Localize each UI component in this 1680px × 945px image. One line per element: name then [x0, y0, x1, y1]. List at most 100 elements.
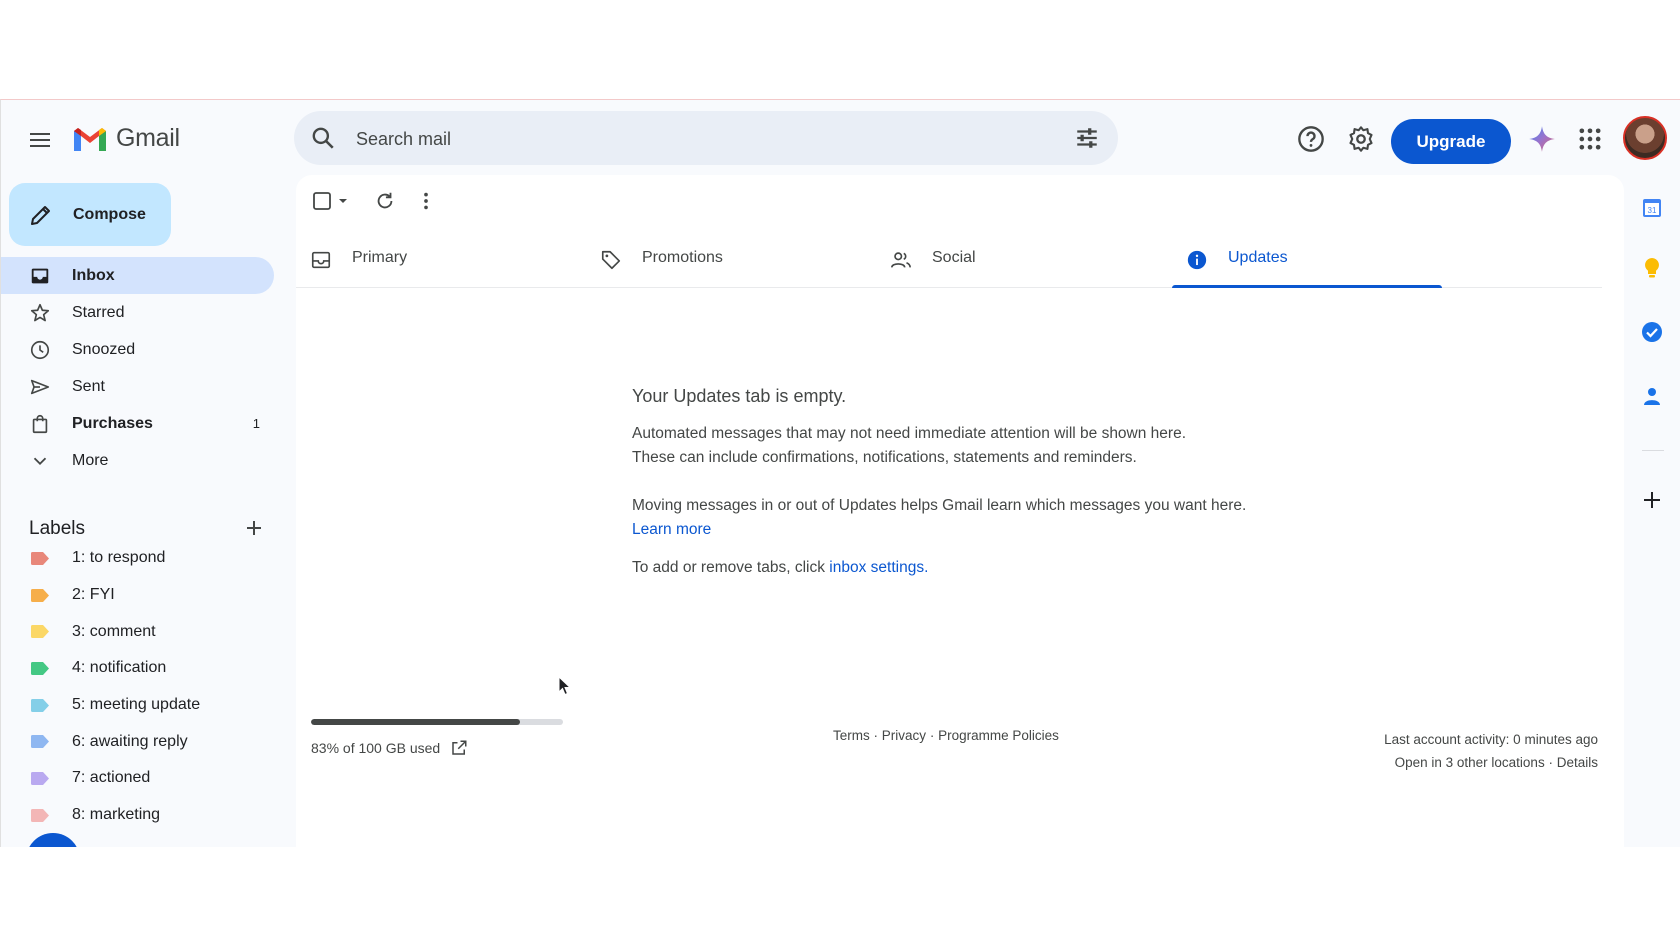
empty-state-line: Automated messages that may not need imm…: [632, 425, 1187, 442]
sidebar-item-count: 1: [252, 416, 260, 431]
add-label-icon[interactable]: [242, 516, 266, 540]
send-icon: [30, 379, 50, 395]
clock-icon: [30, 340, 50, 360]
main-menu-button[interactable]: [28, 128, 52, 152]
programme-policies-link[interactable]: Programme Policies: [938, 728, 1059, 743]
tab-updates[interactable]: Updates: [1172, 235, 1442, 288]
tab-promotions[interactable]: Promotions: [586, 235, 856, 287]
active-tab-indicator: [1172, 285, 1442, 288]
rail-divider: [1642, 450, 1664, 451]
label-list: 1: to respond 2: FYI 3: comment 4: notif…: [1, 540, 275, 834]
tab-primary[interactable]: Primary: [296, 235, 566, 287]
compose-button[interactable]: Compose: [9, 183, 171, 246]
search-input[interactable]: [354, 111, 1038, 167]
learn-more-link[interactable]: Learn more: [632, 521, 711, 538]
label-name: 2: FYI: [72, 586, 115, 604]
sidebar-item-more[interactable]: More: [1, 442, 274, 479]
keep-lightbulb-icon[interactable]: [1640, 256, 1664, 280]
label-name: 8: marketing: [72, 806, 161, 824]
sidebar-nav: Inbox Starred Snoozed Sent Purchases 1 M…: [1, 257, 275, 479]
search-icon[interactable]: [310, 125, 336, 151]
label-item[interactable]: 4: notification: [1, 650, 275, 687]
sidebar-item-label: Inbox: [72, 266, 115, 284]
punctuation: .: [924, 559, 929, 576]
inbox-settings-link[interactable]: inbox settings: [829, 559, 924, 576]
storage-text: 83% of 100 GB used: [311, 740, 441, 756]
tab-label: Promotions: [642, 249, 723, 266]
tag-icon: [601, 250, 621, 270]
more-options-icon[interactable]: [415, 190, 437, 212]
sidebar-item-snoozed[interactable]: Snoozed: [1, 331, 274, 368]
sidebar-item-inbox[interactable]: Inbox: [1, 257, 274, 294]
label-tag-icon: [31, 698, 49, 712]
label-tag-icon: [31, 661, 49, 675]
sidebar-item-starred[interactable]: Starred: [1, 294, 274, 331]
label-name: 1: to respond: [72, 549, 166, 567]
inbox-tray-icon: [311, 251, 331, 269]
label-item[interactable]: 1: to respond: [1, 540, 275, 577]
search-options-icon[interactable]: [1074, 125, 1100, 151]
locations-line: Open in 3 other locations · Details: [1384, 751, 1598, 774]
empty-state-line: These can include confirmations, notific…: [632, 449, 1137, 466]
pencil-icon: [31, 205, 50, 225]
label-tag-icon: [31, 588, 49, 602]
star-icon: [30, 303, 50, 322]
gmail-wordmark: Gmail: [116, 124, 180, 152]
empty-state-paragraph: Moving messages in or out of Updates hel…: [632, 494, 1272, 542]
sidebar-item-label: More: [72, 451, 109, 469]
settings-gear-icon[interactable]: [1347, 125, 1375, 153]
label-tag-icon: [31, 808, 49, 822]
gmail-m-icon: [74, 127, 106, 151]
account-avatar[interactable]: [1623, 116, 1667, 160]
gmail-app: Gmail Upgrade Compose Inbox Starred Snoo…: [0, 99, 1680, 847]
label-name: 5: meeting update: [72, 696, 201, 714]
help-icon[interactable]: [1297, 125, 1325, 153]
chevron-down-icon: [33, 457, 47, 466]
label-item[interactable]: 8: marketing: [1, 797, 275, 834]
calendar-icon[interactable]: 31: [1640, 196, 1664, 220]
refresh-icon[interactable]: [374, 190, 396, 212]
storage-progress-fill: [311, 719, 521, 725]
tab-social[interactable]: Social: [876, 235, 1146, 287]
label-item[interactable]: 2: FYI: [1, 577, 275, 614]
account-activity: Last account activity: 0 minutes ago Ope…: [1384, 728, 1598, 774]
label-item[interactable]: 7: actioned: [1, 760, 275, 797]
label-name: 7: actioned: [72, 769, 151, 787]
details-link[interactable]: Details: [1557, 755, 1598, 770]
people-icon: [891, 252, 911, 268]
calendar-day: 31: [1648, 206, 1657, 215]
label-item[interactable]: 3: comment: [1, 613, 275, 650]
empty-state-paragraph: To add or remove tabs, click inbox setti…: [632, 556, 1272, 580]
label-item[interactable]: 5: meeting update: [1, 687, 275, 724]
sidebar-item-purchases[interactable]: Purchases 1: [1, 405, 274, 442]
label-tag-icon: [31, 735, 49, 749]
add-addon-icon[interactable]: [1640, 488, 1664, 512]
upgrade-button[interactable]: Upgrade: [1391, 119, 1511, 164]
privacy-link[interactable]: Privacy: [882, 728, 926, 743]
empty-state-line: To add or remove tabs, click: [632, 559, 825, 576]
select-all-checkbox[interactable]: [312, 190, 348, 212]
label-tag-icon: [31, 551, 49, 565]
empty-state: Your Updates tab is empty. Automated mes…: [632, 384, 1272, 580]
page-bottom-margin: [0, 847, 1680, 945]
label-item[interactable]: 6: awaiting reply: [1, 723, 275, 760]
label-name: 4: notification: [72, 659, 167, 677]
separator: ·: [1548, 755, 1553, 770]
label-name: 3: comment: [72, 622, 156, 640]
terms-link[interactable]: Terms: [833, 728, 870, 743]
sidebar-item-sent[interactable]: Sent: [1, 368, 274, 405]
sidebar-item-label: Purchases: [72, 414, 153, 432]
contacts-person-icon[interactable]: [1640, 384, 1664, 408]
search-bar[interactable]: [294, 111, 1118, 167]
empty-state-title: Your Updates tab is empty.: [632, 386, 847, 406]
sidebar-item-label: Snoozed: [72, 340, 136, 358]
empty-state-line: Moving messages in or out of Updates hel…: [632, 497, 1247, 514]
main-panel: Primary Promotions Social Updates Your U…: [296, 175, 1624, 847]
google-apps-grid-icon[interactable]: [1576, 125, 1604, 153]
gemini-sparkle-icon[interactable]: [1528, 125, 1556, 153]
gmail-logo[interactable]: Gmail: [72, 124, 180, 153]
floating-action-button[interactable]: [26, 833, 80, 847]
open-external-icon[interactable]: [450, 739, 468, 757]
tasks-check-icon[interactable]: [1640, 320, 1664, 344]
inbox-icon: [31, 268, 49, 284]
